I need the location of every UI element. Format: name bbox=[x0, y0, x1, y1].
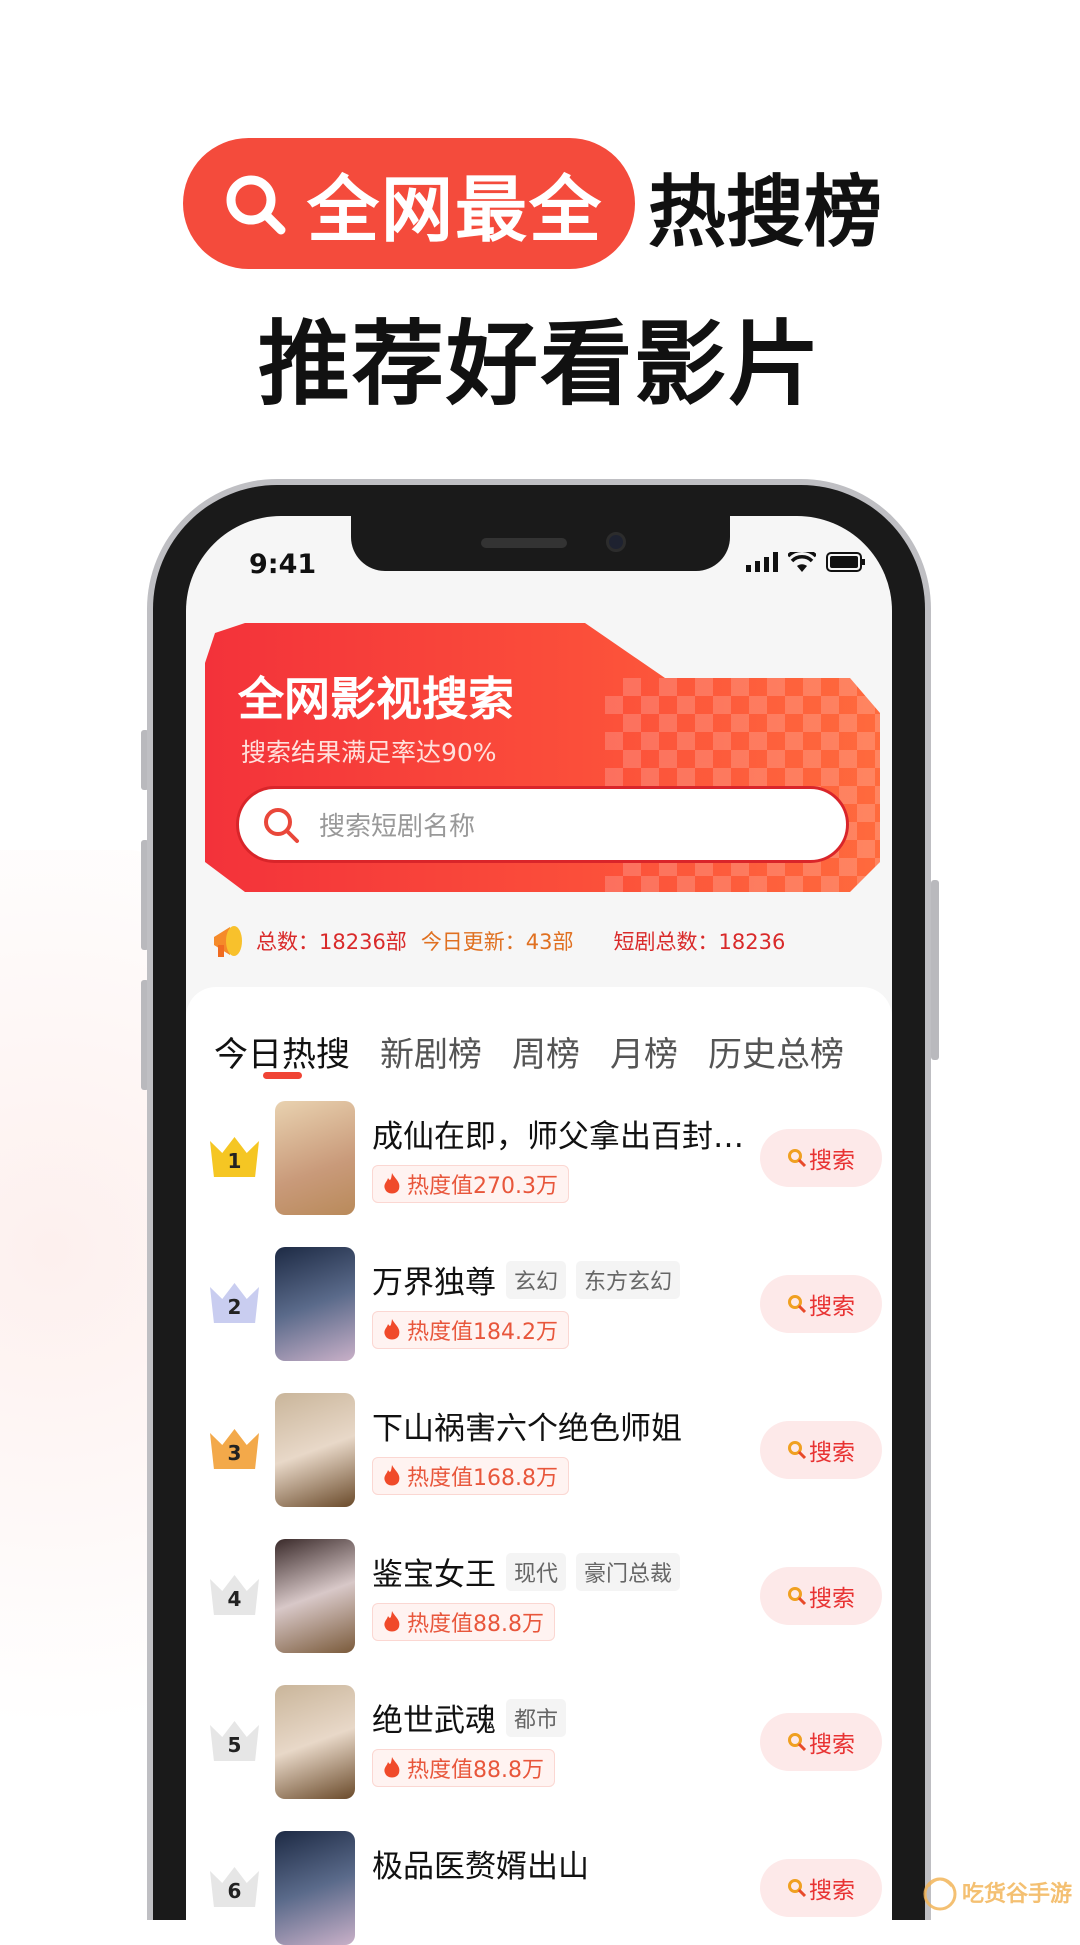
active-tab-indicator bbox=[263, 1072, 302, 1079]
flame-icon bbox=[384, 1319, 400, 1340]
search-input[interactable]: 搜索短剧名称 bbox=[236, 786, 849, 863]
rank-crown-icon: 4 bbox=[210, 1575, 259, 1615]
tab-3[interactable]: 月榜 bbox=[610, 1027, 678, 1076]
ticker-item: 短剧总数：18236 bbox=[613, 930, 786, 954]
poster-thumbnail[interactable] bbox=[275, 1101, 355, 1215]
search-button[interactable]: 搜索 bbox=[760, 1275, 882, 1333]
search-icon bbox=[788, 1733, 807, 1752]
headline-subtitle: 推荐好看影片 bbox=[257, 311, 822, 418]
flame-icon bbox=[384, 1465, 400, 1486]
battery-icon bbox=[826, 552, 865, 572]
heat-badge: 热度值184.2万 bbox=[372, 1311, 569, 1349]
search-button[interactable]: 搜索 bbox=[760, 1567, 882, 1625]
drama-title[interactable]: 万界独尊 bbox=[372, 1257, 496, 1302]
search-button[interactable]: 搜索 bbox=[760, 1421, 882, 1479]
drama-title[interactable]: 鉴宝女王 bbox=[372, 1549, 496, 1594]
rank-crown-icon: 2 bbox=[210, 1283, 259, 1323]
poster-thumbnail[interactable] bbox=[275, 1393, 355, 1507]
genre-tag: 东方玄幻 bbox=[576, 1260, 681, 1299]
poster-thumbnail[interactable] bbox=[275, 1831, 355, 1945]
poster-thumbnail[interactable] bbox=[275, 1247, 355, 1361]
ranking-row[interactable]: 3 下山祸害六个绝色师姐 热度值168.8万 搜索 bbox=[186, 1393, 892, 1507]
genre-tag: 玄幻 bbox=[506, 1260, 567, 1299]
search-banner: 全网影视搜索 搜索结果满足率达90% 搜索短剧名称 bbox=[205, 623, 880, 892]
genre-tag: 都市 bbox=[506, 1698, 567, 1737]
tab-4[interactable]: 历史总榜 bbox=[708, 1027, 844, 1076]
ranking-tabs: 今日热搜 新剧榜 周榜 月榜 历史总榜 bbox=[214, 1027, 844, 1076]
heat-badge: 热度值168.8万 bbox=[372, 1457, 569, 1495]
headline-pill-text: 全网最全 bbox=[307, 168, 604, 252]
search-icon bbox=[788, 1587, 807, 1606]
heat-badge: 热度值88.8万 bbox=[372, 1603, 555, 1641]
headline-pill: 全网最全 bbox=[183, 138, 635, 269]
drama-title[interactable]: 下山祸害六个绝色师姐 bbox=[372, 1403, 682, 1448]
banner-title: 全网影视搜索 bbox=[238, 672, 514, 726]
notch bbox=[351, 516, 730, 571]
status-icons bbox=[746, 552, 866, 572]
search-button[interactable]: 搜索 bbox=[760, 1129, 882, 1187]
search-button[interactable]: 搜索 bbox=[760, 1859, 882, 1917]
search-button[interactable]: 搜索 bbox=[760, 1713, 882, 1771]
rank-crown-icon: 5 bbox=[210, 1721, 259, 1761]
genre-tag: 豪门总裁 bbox=[576, 1552, 681, 1591]
rank-crown-icon: 3 bbox=[210, 1429, 259, 1469]
ticker-item: 今日更新：43部 bbox=[420, 930, 574, 954]
heat-badge: 热度值270.3万 bbox=[372, 1165, 569, 1203]
search-icon bbox=[264, 807, 299, 843]
genre-tag: 现代 bbox=[506, 1552, 567, 1591]
heat-badge: 热度值88.8万 bbox=[372, 1749, 555, 1787]
ranking-row[interactable]: 4 鉴宝女王 现代 豪门总裁 热度值88.8万 搜索 bbox=[186, 1539, 892, 1653]
search-placeholder: 搜索短剧名称 bbox=[319, 812, 476, 842]
drama-title[interactable]: 成仙在即，师父拿出百封… bbox=[372, 1111, 744, 1156]
flame-icon bbox=[384, 1611, 400, 1632]
tab-1[interactable]: 新剧榜 bbox=[380, 1027, 482, 1076]
poster-thumbnail[interactable] bbox=[275, 1685, 355, 1799]
rank-crown-icon: 6 bbox=[210, 1867, 259, 1907]
search-icon bbox=[788, 1879, 807, 1898]
search-icon bbox=[223, 172, 287, 236]
search-icon bbox=[788, 1441, 807, 1460]
drama-title[interactable]: 极品医赘婿出山 bbox=[372, 1841, 589, 1886]
banner-subtitle: 搜索结果满足率达90% bbox=[241, 738, 497, 767]
ranking-row[interactable]: 6 极品医赘婿出山 搜索 bbox=[186, 1831, 892, 1945]
watermark: 吃货谷手游 bbox=[922, 1872, 1072, 1912]
stats-ticker: 总数：18236部 今日更新：43部 短剧总数：18236 bbox=[210, 921, 870, 961]
status-time: 9:41 bbox=[249, 549, 317, 580]
rank-crown-icon: 1 bbox=[210, 1137, 259, 1177]
ranking-row[interactable]: 2 万界独尊 玄幻 东方玄幻 热度值184.2万 搜索 bbox=[186, 1247, 892, 1361]
watermark-face-icon bbox=[923, 1877, 957, 1911]
search-icon bbox=[788, 1295, 807, 1314]
flame-icon bbox=[384, 1757, 400, 1778]
ranking-card: 今日热搜 新剧榜 周榜 月榜 历史总榜 1 成仙在即，师父拿出百封… 热度值270.3万… bbox=[186, 987, 892, 1945]
tab-2[interactable]: 周榜 bbox=[512, 1027, 580, 1076]
phone-screen: 9:41 全网影视搜索 搜索结果满足率达90% 搜索短剧名称 总数：18236部… bbox=[186, 516, 892, 1945]
ranking-row[interactable]: 1 成仙在即，师父拿出百封… 热度值270.3万 搜索 bbox=[186, 1101, 892, 1215]
drama-title[interactable]: 绝世武魂 bbox=[372, 1695, 496, 1740]
phone-power-button bbox=[931, 880, 939, 1060]
tab-0[interactable]: 今日热搜 bbox=[214, 1027, 350, 1076]
ticker-item: 总数：18236部 bbox=[256, 930, 407, 954]
poster-thumbnail[interactable] bbox=[275, 1539, 355, 1653]
flame-icon bbox=[384, 1173, 400, 1194]
search-icon bbox=[788, 1149, 807, 1168]
wifi-icon bbox=[788, 552, 816, 572]
signal-icon bbox=[746, 552, 778, 572]
ranking-row[interactable]: 5 绝世武魂 都市 热度值88.8万 搜索 bbox=[186, 1685, 892, 1799]
headline-title: 热搜榜 bbox=[648, 168, 883, 258]
megaphone-icon bbox=[214, 926, 242, 957]
